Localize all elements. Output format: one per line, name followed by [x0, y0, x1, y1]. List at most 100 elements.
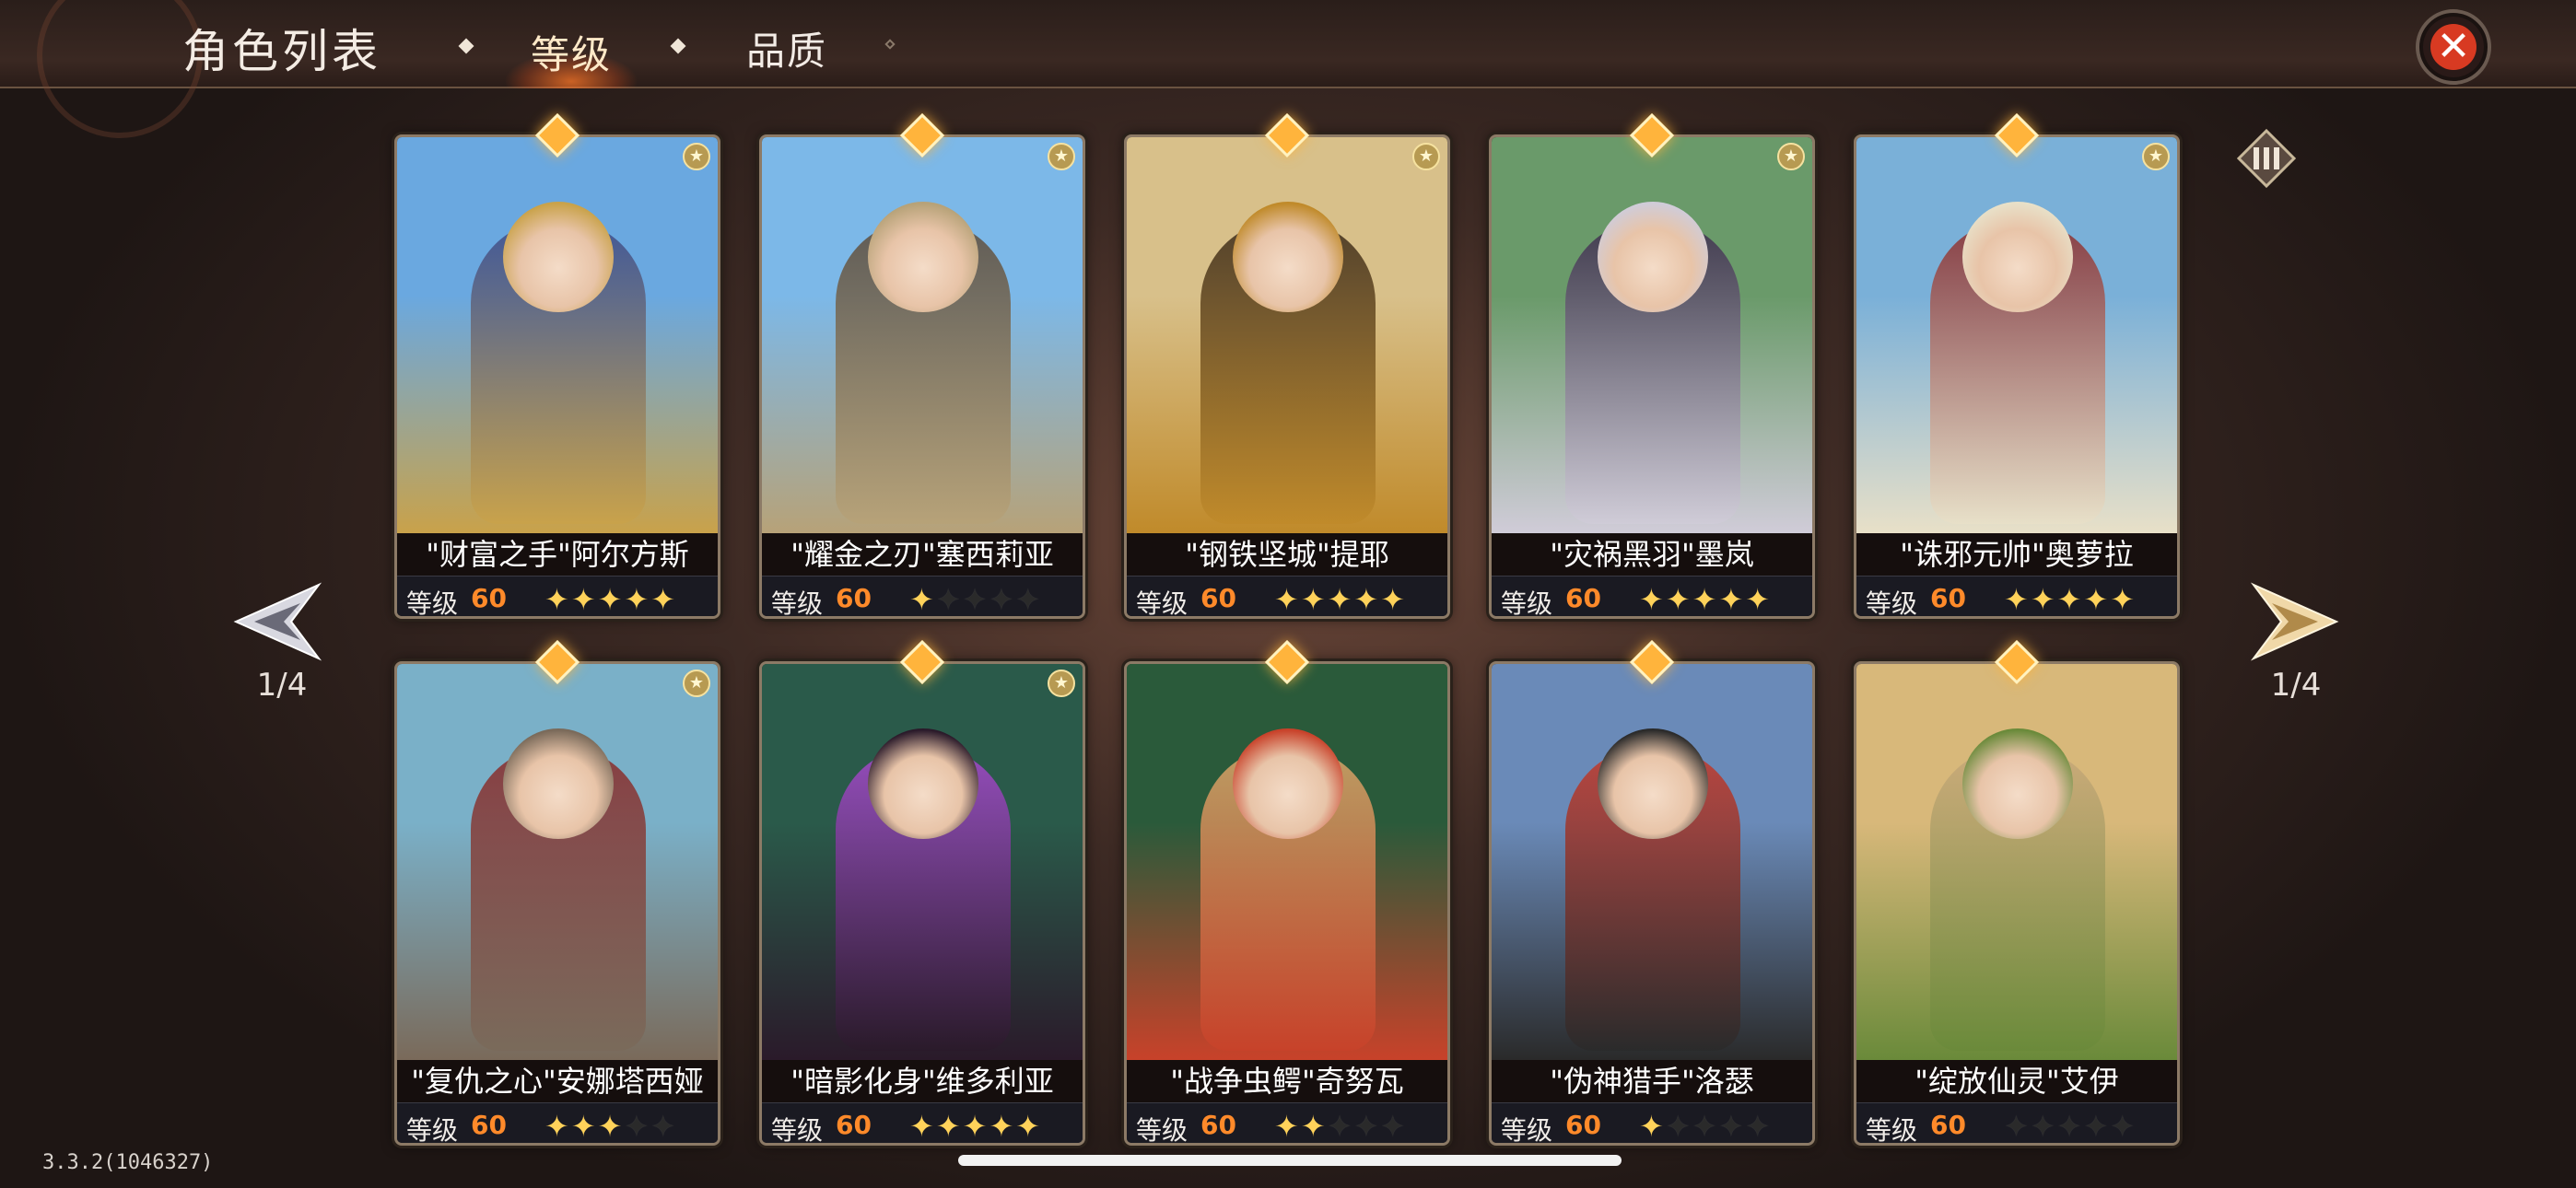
star-icon: ✦	[935, 1109, 963, 1144]
star-rating: ✦✦✦✦✦	[1639, 582, 1772, 617]
character-head	[503, 728, 614, 839]
character-name: "灾祸黑羽"墨岚	[1492, 533, 1812, 576]
top-bar: 角色列表 等级 品质 ✕	[0, 0, 2576, 138]
page-indicator-right: 1/4	[2270, 667, 2322, 704]
star-icon: ✦	[544, 1109, 571, 1144]
prev-page-arrow-icon[interactable]	[227, 571, 328, 672]
star-icon: ✦	[624, 1109, 651, 1144]
star-icon: ✦	[570, 1109, 598, 1144]
star-rating: ✦✦✦✦✦	[1274, 582, 1407, 617]
star-rating: ✦✦✦✦✦	[2004, 1109, 2137, 1144]
star-icon: ✦	[1665, 1109, 1692, 1144]
star-icon: ✦	[1015, 1109, 1043, 1144]
character-portrait	[397, 664, 718, 1060]
star-icon: ✦	[1665, 582, 1692, 617]
star-icon: ✦	[1015, 582, 1043, 617]
level-row: 等级 60 ✦✦✦✦✦	[397, 1102, 718, 1146]
star-icon: ✦	[909, 582, 936, 617]
star-icon: ✦	[1692, 582, 1719, 617]
level-value: 60	[471, 583, 507, 613]
level-label: 等级	[1136, 1115, 1188, 1146]
level-value: 60	[1565, 1110, 1601, 1140]
level-row: 等级 60 ✦✦✦✦✦	[1492, 1102, 1812, 1146]
level-row: 等级 60 ✦✦✦✦✦	[397, 576, 718, 619]
level-row: 等级 60 ✦✦✦✦✦	[1492, 576, 1812, 619]
character-card[interactable]: "伪神猎手"洛瑟等级 60 ✦✦✦✦✦	[1489, 661, 1815, 1146]
character-name: "战争虫鳄"奇努瓦	[1127, 1060, 1447, 1102]
character-card[interactable]: ★ "诛邪元帅"奥萝拉 等级 60 ✦✦✦✦✦	[1854, 134, 2180, 619]
character-portrait	[1856, 137, 2177, 533]
star-rating: ✦✦✦✦✦	[909, 582, 1043, 617]
level-label: 等级	[406, 588, 459, 619]
character-name: "耀金之刃"塞西莉亚	[762, 533, 1083, 576]
next-page-arrow-icon[interactable]	[2244, 571, 2346, 672]
level-value: 60	[836, 583, 872, 613]
tab-level[interactable]: 等级	[498, 18, 645, 88]
character-card[interactable]: ★ "复仇之心"安娜塔西娅 等级 60 ✦✦✦✦✦	[394, 661, 720, 1146]
level-value: 60	[1930, 1110, 1966, 1140]
star-icon: ✦	[2083, 1109, 2111, 1144]
star-icon: ✦	[1274, 582, 1301, 617]
character-card[interactable]: ★ "灾祸黑羽"墨岚 等级 60 ✦✦✦✦✦	[1489, 134, 1815, 619]
favorite-badge-icon: ★	[683, 670, 710, 697]
star-icon: ✦	[570, 582, 598, 617]
star-rating: ✦✦✦✦✦	[544, 1109, 677, 1144]
character-portrait	[1492, 137, 1812, 533]
character-portrait	[1127, 664, 1447, 1060]
level-value: 60	[1930, 583, 1966, 613]
character-card[interactable]: "绽放仙灵"艾伊 等级 60 ✦✦✦✦✦	[1854, 661, 2180, 1146]
diamond-separator-icon	[458, 38, 474, 54]
level-value: 60	[1200, 583, 1236, 613]
star-rating: ✦✦✦✦✦	[1639, 1109, 1772, 1144]
character-name: "伪神猎手"洛瑟	[1492, 1060, 1812, 1102]
tab-quality[interactable]: 品质	[746, 20, 827, 76]
star-icon: ✦	[989, 582, 1016, 617]
character-head	[868, 202, 978, 312]
character-name: "暗影化身"维多利亚	[762, 1060, 1083, 1102]
level-label: 等级	[1501, 1115, 1553, 1146]
character-card[interactable]: ★ "钢铁坚城"提耶等级 60 ✦✦✦✦✦	[1124, 134, 1450, 619]
star-icon: ✦	[2030, 1109, 2057, 1144]
character-card[interactable]: "战争虫鳄"奇努瓦 等级 60 ✦✦✦✦✦	[1124, 661, 1450, 1146]
character-card[interactable]: ★ "耀金之刃"塞西莉亚 等级 60 ✦✦✦✦✦	[759, 134, 1085, 619]
layout-toggle-icon[interactable]	[2237, 129, 2296, 188]
level-label: 等级	[406, 1115, 459, 1146]
level-label: 等级	[771, 588, 824, 619]
level-row: 等级 60 ✦✦✦✦✦	[762, 576, 1083, 619]
star-icon: ✦	[650, 582, 678, 617]
character-name: "复仇之心"安娜塔西娅	[397, 1060, 718, 1102]
character-card[interactable]: ★ "暗影化身"维多利亚 等级 60 ✦✦✦✦✦	[759, 661, 1085, 1146]
star-rating: ✦✦✦✦✦	[1274, 1109, 1407, 1144]
diamond-separator-icon	[884, 39, 896, 50]
star-icon: ✦	[2056, 582, 2084, 617]
star-icon: ✦	[1327, 582, 1354, 617]
star-icon: ✦	[1274, 1109, 1301, 1144]
character-head	[1598, 728, 1708, 839]
character-card[interactable]: ★ "财富之手"阿尔方斯 等级 60 ✦✦✦✦✦	[394, 134, 720, 619]
level-label: 等级	[1136, 588, 1188, 619]
character-head	[868, 728, 978, 839]
compass-emblem-icon	[37, 0, 203, 138]
close-button[interactable]: ✕	[2416, 9, 2491, 85]
star-icon: ✦	[1300, 1109, 1328, 1144]
character-portrait	[762, 137, 1083, 533]
favorite-badge-icon: ★	[1412, 143, 1440, 170]
star-icon: ✦	[935, 582, 963, 617]
star-icon: ✦	[962, 582, 989, 617]
character-name: "钢铁坚城"提耶	[1127, 533, 1447, 576]
star-icon: ✦	[1300, 582, 1328, 617]
favorite-badge-icon: ★	[1048, 670, 1075, 697]
star-icon: ✦	[2056, 1109, 2084, 1144]
star-icon: ✦	[544, 582, 571, 617]
diamond-separator-icon	[670, 38, 686, 54]
level-row: 等级 60 ✦✦✦✦✦	[762, 1102, 1083, 1144]
star-icon: ✦	[2030, 582, 2057, 617]
character-portrait	[397, 137, 718, 533]
star-icon: ✦	[624, 582, 651, 617]
level-label: 等级	[1501, 588, 1553, 619]
level-label: 等级	[1866, 588, 1918, 619]
level-row: 等级 60 ✦✦✦✦✦	[1856, 1102, 2177, 1144]
character-portrait	[1856, 664, 2177, 1060]
home-indicator[interactable]	[958, 1155, 1622, 1166]
character-head	[1233, 202, 1343, 312]
